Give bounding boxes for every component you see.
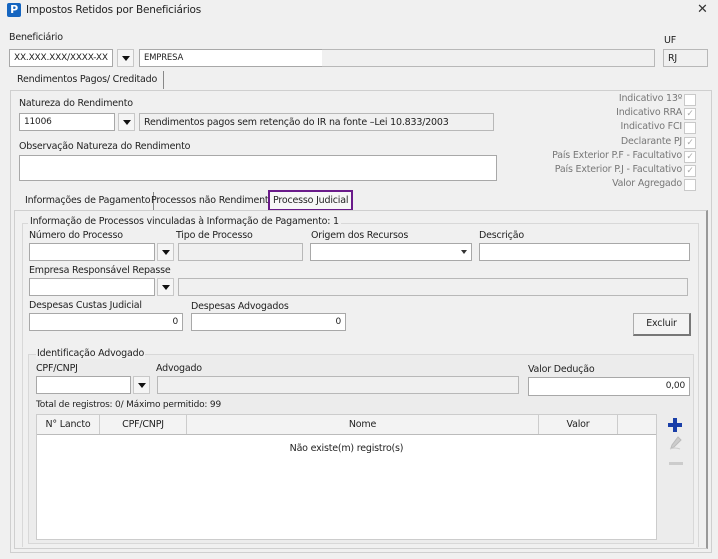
column-header-cpf-cnpj[interactable]: CPF/CNPJ xyxy=(100,415,187,434)
cpf-cnpj-dropdown-button[interactable] xyxy=(133,376,150,394)
tab-informacoes-pagamento[interactable]: Informações de Pagamento xyxy=(22,192,155,210)
processos-group-label: Informação de Processos vinculadas à Inf… xyxy=(28,216,341,227)
column-header-blank xyxy=(618,415,656,434)
advogado-label: Advogado xyxy=(156,363,202,374)
observacao-label: Observação Natureza do Rendimento xyxy=(19,141,191,152)
excluir-button[interactable]: Excluir xyxy=(633,313,691,336)
despesas-advogados-label: Despesas Advogados xyxy=(191,301,289,312)
uf-label: UF xyxy=(664,35,677,46)
cnpj-dropdown-button[interactable] xyxy=(117,49,134,67)
checkbox-label: Indicativo FCI xyxy=(620,121,683,133)
remove-icon[interactable] xyxy=(669,462,683,465)
edit-pencil-icon[interactable] xyxy=(669,436,682,453)
custas-judicial-label: Despesas Custas Judicial xyxy=(29,300,142,311)
tipo-processo-field xyxy=(178,243,303,261)
empresa-repasse-input[interactable] xyxy=(29,278,155,296)
numero-processo-input[interactable] xyxy=(29,243,155,261)
descricao-input[interactable] xyxy=(479,243,690,261)
tab-processos-nao-rendimento[interactable]: Processos não Rendimento xyxy=(148,192,277,210)
checkbox[interactable] xyxy=(684,94,696,106)
chevron-down-icon[interactable] xyxy=(461,250,467,254)
checkbox[interactable] xyxy=(684,179,696,192)
cpf-cnpj-input[interactable] xyxy=(36,376,131,394)
origem-recursos-label: Origem dos Recursos xyxy=(311,230,409,241)
descricao-label: Descrição xyxy=(479,230,524,241)
checkbox[interactable]: ✓ xyxy=(684,165,696,177)
checkbox-label: Indicativo 13º xyxy=(618,93,682,104)
column-header-nome[interactable]: Nome xyxy=(187,415,539,434)
window-title: Impostos Retidos por Beneficiários xyxy=(26,4,202,16)
checkbox-label: Valor Agregado xyxy=(612,178,682,190)
natureza-label: Natureza do Rendimento xyxy=(19,98,133,109)
checkbox-label: Declarante PJ xyxy=(620,135,682,147)
checkbox-label: Indicativo RRA xyxy=(616,107,682,119)
tipo-processo-label: Tipo de Processo xyxy=(176,230,253,241)
beneficiario-label: Beneficiário xyxy=(9,32,63,43)
checkbox-label: País Exterior P.J - Facultativo xyxy=(554,164,682,175)
tab-processo-judicial[interactable]: Processo Judicial xyxy=(268,190,354,211)
observacao-textarea[interactable] xyxy=(19,155,497,181)
beneficiario-name-input[interactable]: EMPRESA xyxy=(139,49,322,67)
origem-recursos-select[interactable] xyxy=(310,243,472,261)
add-icon[interactable] xyxy=(668,418,682,432)
tab-rendimentos-pagos[interactable]: Rendimentos Pagos/ Creditado xyxy=(14,71,165,89)
empresa-repasse-dropdown-button[interactable] xyxy=(157,278,174,296)
numero-processo-dropdown-button[interactable] xyxy=(157,243,174,261)
empresa-repasse-name-field xyxy=(178,278,688,296)
checkbox[interactable]: ✓ xyxy=(684,150,696,163)
checkbox[interactable]: ✓ xyxy=(684,108,696,121)
cpf-cnpj-label: CPF/CNPJ xyxy=(36,363,78,374)
checkbox[interactable] xyxy=(684,122,696,135)
empty-table-message: Não existe(m) registro(s) xyxy=(289,443,404,454)
table-header: N° Lancto CPF/CNPJ Nome Valor xyxy=(37,415,656,435)
numero-processo-label: Número do Processo xyxy=(29,230,123,241)
advogado-group-label: Identificação Advogado xyxy=(36,348,146,359)
advogados-table: N° Lancto CPF/CNPJ Nome Valor Não existe… xyxy=(36,414,657,540)
despesas-advogados-input[interactable]: 0 xyxy=(191,313,346,331)
custas-judicial-input[interactable]: 0 xyxy=(29,313,183,331)
natureza-dropdown-button[interactable] xyxy=(118,113,135,131)
checkbox-label: País Exterior P.F - Facultativo xyxy=(552,149,682,161)
total-registros-text: Total de registros: 0/ Máximo permitido:… xyxy=(36,400,221,410)
app-icon: P xyxy=(7,3,21,17)
cnpj-input[interactable]: XX.XXX.XXX/XXXX-XX xyxy=(9,49,113,67)
valor-deducao-label: Valor Dedução xyxy=(528,364,595,375)
close-icon[interactable]: ✕ xyxy=(697,2,708,17)
valor-deducao-input[interactable]: 0,00 xyxy=(528,377,690,396)
checkbox[interactable]: ✓ xyxy=(684,136,696,149)
column-header-lancto[interactable]: N° Lancto xyxy=(37,415,100,434)
natureza-code-input[interactable]: 11006 xyxy=(19,113,115,131)
natureza-description-field: Rendimentos pagos sem retenção do IR na … xyxy=(139,113,494,131)
empresa-repasse-label: Empresa Responsável Repasse xyxy=(29,265,171,276)
column-header-valor[interactable]: Valor xyxy=(539,415,618,434)
advogado-name-field xyxy=(157,376,519,394)
uf-field: RJ xyxy=(663,49,708,67)
